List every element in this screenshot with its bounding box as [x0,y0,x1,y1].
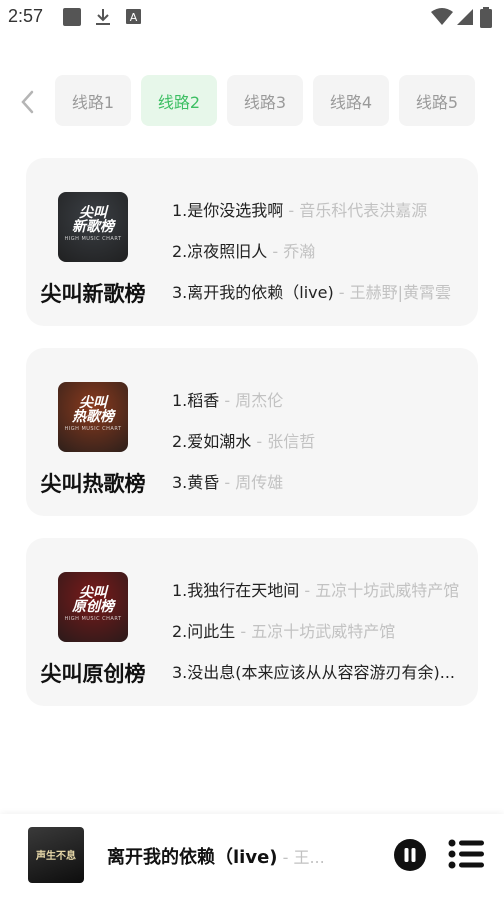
song-name: 2.爱如潮水 [172,432,252,451]
song-list: 1.稻香 - 周杰伦 2.爱如潮水 - 张信哲 3.黄昏 - 周传雄 [172,390,472,513]
chart-cover-image: 尖叫 热歌榜 HIGH MUSIC CHART [58,382,128,452]
cover-logo-text: 尖叫 新歌榜 [72,205,114,235]
tab-route-2[interactable]: 线路2 [141,75,217,126]
cover-logo-text: 尖叫 原创榜 [72,585,114,615]
download-icon [96,9,110,25]
song-name: 3.离开我的依赖（live) [172,283,334,302]
now-playing-info[interactable]: 离开我的依赖（live) - 王... [107,843,327,869]
signal-icon [457,9,473,25]
status-time: 2:57 [8,6,44,26]
song-item[interactable]: 2.凉夜照旧人 - 乔瀚 [172,241,472,282]
song-item[interactable]: 3.离开我的依赖（live) - 王赫野|黄霄雲 [172,282,472,323]
wifi-icon [431,8,453,25]
chart-cover-image: 尖叫 新歌榜 HIGH MUSIC CHART [58,192,128,262]
cover-subtitle: HIGH MUSIC CHART [64,616,122,622]
tab-route-4[interactable]: 线路4 [313,75,389,126]
song-item[interactable]: 2.问此生 - 五凉十坊武威特产馆 [172,621,472,662]
tab-route-1[interactable]: 线路1 [55,75,131,126]
song-artist: - 张信哲 [251,432,316,451]
chart-title: 尖叫新歌榜 [40,282,146,306]
tab-route-3[interactable]: 线路3 [227,75,303,126]
song-name: 1.稻香 [172,391,220,410]
song-name: 3.没出息(本来应该从从容容游刃有余)... [172,663,456,682]
now-playing-cover-text: 声生不息 [36,851,76,862]
song-artist: - 周杰伦 [219,391,284,410]
now-playing-cover[interactable]: 声生不息 [28,827,84,883]
now-playing-artist: - 王... [277,848,325,867]
song-item[interactable]: 3.黄昏 - 周传雄 [172,472,472,513]
song-name: 2.问此生 [172,622,236,641]
chart-card-original[interactable]: 尖叫 原创榜 HIGH MUSIC CHART 尖叫原创榜 1.我独行在天地间 -… [26,538,478,706]
square-app-icon [63,8,81,26]
a-badge-icon: A [126,9,141,24]
song-name: 1.我独行在天地间 [172,581,300,600]
song-name: 1.是你没选我啊 [172,201,284,220]
song-item[interactable]: 1.是你没选我啊 - 音乐科代表洪嘉源 [172,200,472,241]
song-item[interactable]: 1.我独行在天地间 - 五凉十坊武威特产馆 [172,580,472,621]
song-artist: - 五凉十坊武威特产馆 [299,581,460,600]
svg-text:A: A [130,11,138,24]
song-item[interactable]: 2.爱如潮水 - 张信哲 [172,431,472,472]
chart-card-new[interactable]: 尖叫 新歌榜 HIGH MUSIC CHART 尖叫新歌榜 1.是你没选我啊 - … [26,158,478,326]
playlist-icon[interactable] [448,839,484,869]
status-bar: 2:57 A [0,0,504,34]
cover-subtitle: HIGH MUSIC CHART [64,426,122,432]
mini-player[interactable]: 声生不息 离开我的依赖（live) - 王... [0,814,504,897]
song-artist: - 王赫野|黄霄雲 [333,283,452,302]
song-artist: - 周传雄 [219,473,284,492]
chart-title: 尖叫原创榜 [40,662,146,686]
pause-icon[interactable] [394,839,426,871]
song-artist: - 音乐科代表洪嘉源 [283,201,428,220]
cover-subtitle: HIGH MUSIC CHART [64,236,122,242]
song-list: 1.是你没选我啊 - 音乐科代表洪嘉源 2.凉夜照旧人 - 乔瀚 3.离开我的依… [172,200,472,323]
song-name: 3.黄昏 [172,473,220,492]
song-item[interactable]: 3.没出息(本来应该从从容容游刃有余)... [172,662,472,703]
chart-title: 尖叫热歌榜 [40,472,146,496]
back-arrow-icon[interactable] [16,88,40,116]
tab-route-5[interactable]: 线路5 [399,75,475,126]
song-list: 1.我独行在天地间 - 五凉十坊武威特产馆 2.问此生 - 五凉十坊武威特产馆 … [172,580,472,703]
now-playing-title: 离开我的依赖（live) [107,847,278,868]
cover-logo-text: 尖叫 热歌榜 [72,395,114,425]
song-artist: - 乔瀚 [267,242,316,261]
battery-icon [480,7,492,28]
chart-cover-image: 尖叫 原创榜 HIGH MUSIC CHART [58,572,128,642]
song-artist: - 五凉十坊武威特产馆 [235,622,396,641]
song-name: 2.凉夜照旧人 [172,242,268,261]
song-item[interactable]: 1.稻香 - 周杰伦 [172,390,472,431]
chart-card-hot[interactable]: 尖叫 热歌榜 HIGH MUSIC CHART 尖叫热歌榜 1.稻香 - 周杰伦 … [26,348,478,516]
